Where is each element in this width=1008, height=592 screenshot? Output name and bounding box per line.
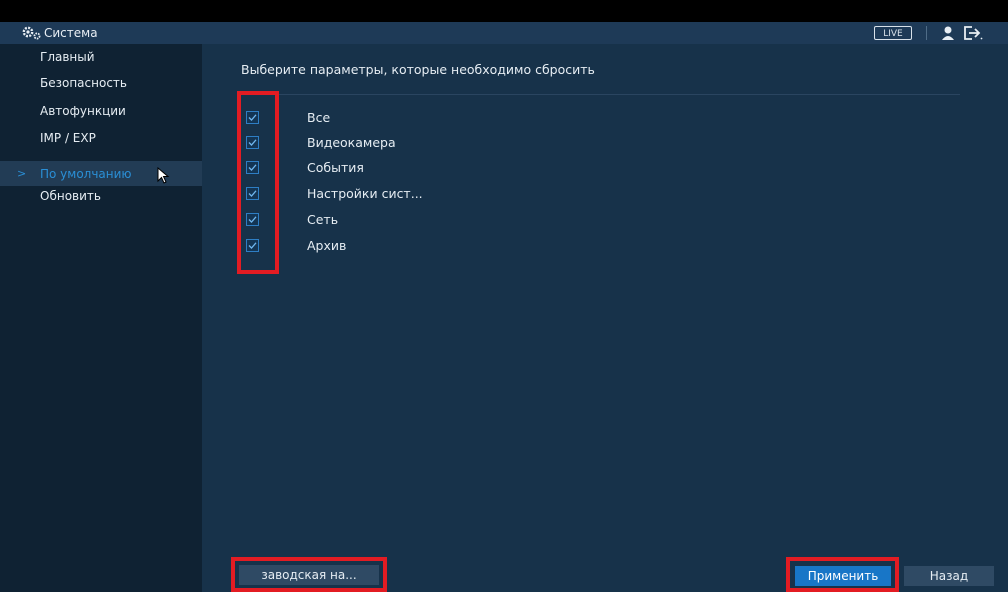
option-label-camera: Видеокамера [307, 135, 396, 150]
checkbox-highlight-frame [237, 91, 279, 274]
gear-icon [22, 26, 41, 40]
option-label-network: Сеть [307, 212, 339, 227]
page-heading: Выберите параметры, которые необходимо с… [241, 62, 595, 77]
option-label-all: Все [307, 110, 331, 125]
sidebar [0, 44, 202, 592]
option-label-archive: Архив [307, 238, 347, 253]
user-icon[interactable] [940, 25, 956, 41]
top-bar [0, 22, 1008, 44]
chevron-right-icon: > [17, 167, 27, 180]
sidebar-item-security[interactable]: Безопасность [40, 72, 127, 94]
sidebar-item-autofunctions[interactable]: Автофункции [40, 100, 126, 122]
sidebar-item-imp-exp[interactable]: IMP / EXP [40, 127, 96, 149]
option-label-events: События [307, 160, 364, 175]
mouse-cursor-icon [157, 167, 170, 184]
logout-icon[interactable] [963, 25, 983, 41]
apply-button-highlight-frame [786, 557, 899, 592]
factory-button-highlight-frame [231, 557, 387, 592]
sidebar-item-default[interactable]: По умолчанию [40, 163, 132, 185]
heading-divider [238, 94, 960, 95]
app-title: Система [44, 26, 98, 40]
main-panel [202, 44, 1008, 592]
live-button[interactable]: LIVE [874, 26, 912, 40]
sidebar-item-main[interactable]: Главный [40, 46, 95, 68]
sidebar-item-update[interactable]: Обновить [40, 185, 101, 207]
topbar-divider [926, 26, 927, 40]
back-button[interactable]: Назад [904, 566, 994, 586]
option-label-system-settings: Настройки сист... [307, 186, 423, 201]
